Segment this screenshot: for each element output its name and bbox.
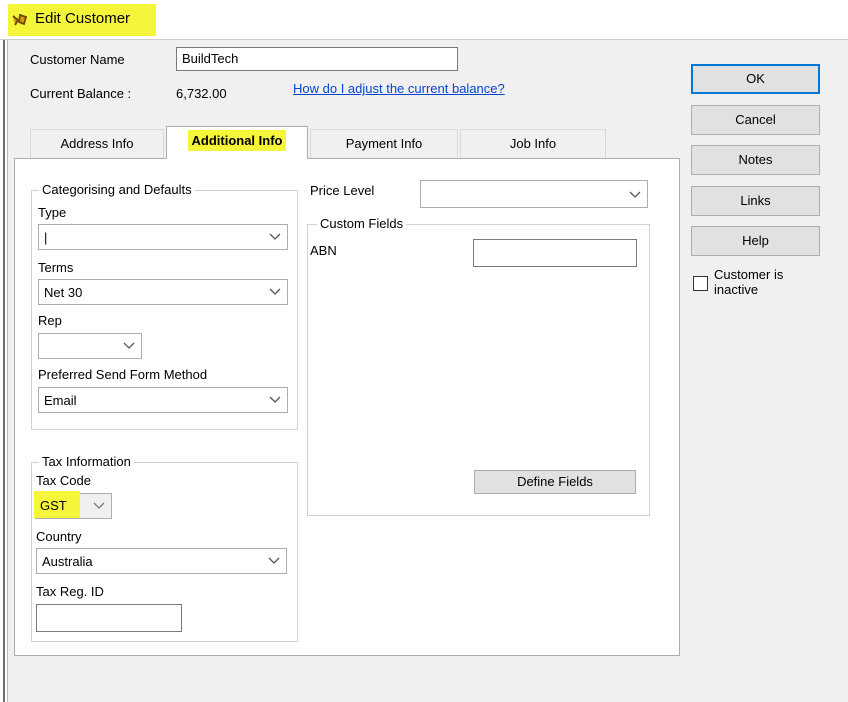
chevron-down-icon [269,396,281,403]
terms-label: Terms [38,260,74,275]
adjust-balance-link[interactable]: How do I adjust the current balance? [293,81,505,96]
customer-inactive-checkbox[interactable] [693,276,708,291]
window-title: Edit Customer [35,10,131,27]
links-button[interactable]: Links [691,186,820,216]
customer-icon [12,13,28,26]
type-dropdown[interactable]: | [38,224,288,250]
tax-code-label: Tax Code [36,473,91,488]
type-label: Type [38,205,67,220]
tax-reg-id-label: Tax Reg. ID [36,584,104,599]
customer-inactive-label-line2: inactive [714,282,759,297]
country-dropdown[interactable]: Australia [36,548,287,574]
current-balance-label: Current Balance : [30,86,132,101]
ok-button[interactable]: OK [691,64,820,94]
abn-input[interactable] [473,239,637,267]
chevron-down-icon [269,288,281,295]
chevron-down-icon [268,557,280,564]
customer-name-label: Customer Name [30,52,125,67]
current-balance-value: 6,732.00 [176,86,227,101]
chevron-down-icon [269,233,281,240]
send-method-dropdown[interactable]: Email [38,387,288,413]
tab-additional-info[interactable]: Additional Info [166,126,308,159]
cancel-button[interactable]: Cancel [691,105,820,135]
tab-payment-info[interactable]: Payment Info [310,129,458,159]
rep-dropdown[interactable] [38,333,142,359]
send-method-value: Email [44,393,77,408]
chevron-down-icon [93,502,105,509]
customer-inactive-label: Customer is inactive [714,267,783,297]
send-method-label: Preferred Send Form Method [38,367,208,382]
terms-value: Net 30 [44,285,83,300]
chevron-down-icon [123,342,135,349]
type-value: | [44,230,48,245]
tab-job-info[interactable]: Job Info [460,129,606,159]
define-fields-button[interactable]: Define Fields [474,470,636,494]
tax-code-value: GST [34,491,80,518]
country-value: Australia [42,554,93,569]
tax-info-group-title: Tax Information [39,454,134,469]
rep-label: Rep [38,313,62,328]
categorising-group-title: Categorising and Defaults [39,182,195,197]
notes-button[interactable]: Notes [691,145,820,175]
tab-address-info[interactable]: Address Info [30,129,164,159]
abn-label: ABN [310,243,337,258]
price-level-dropdown[interactable] [420,180,648,208]
customer-name-input[interactable]: BuildTech [176,47,458,71]
help-button[interactable]: Help [691,226,820,256]
country-label: Country [36,529,82,544]
tax-code-dropdown[interactable]: GST [34,491,112,519]
custom-fields-group-title: Custom Fields [317,216,407,231]
chevron-down-icon [629,191,641,198]
tab-additional-info-label: Additional Info [187,130,287,151]
window-frame-left [0,40,8,702]
tax-reg-id-input[interactable] [36,604,182,632]
terms-dropdown[interactable]: Net 30 [38,279,288,305]
customer-inactive-label-line1: Customer is [714,267,784,282]
price-level-label: Price Level [310,183,375,198]
